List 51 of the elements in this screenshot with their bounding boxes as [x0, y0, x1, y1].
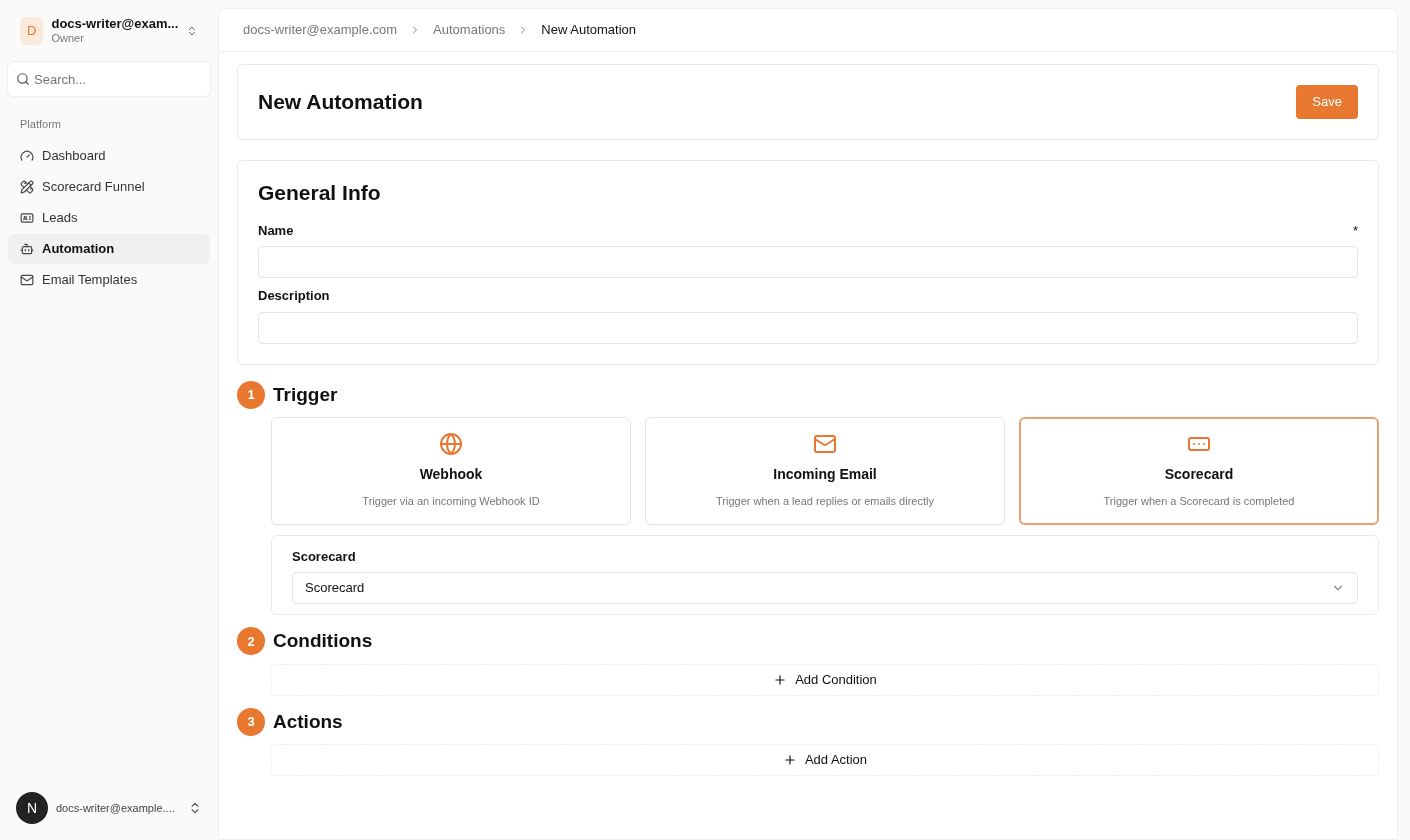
- nav-item[interactable]: Email Templates: [8, 264, 210, 295]
- step-number: 1: [237, 380, 265, 409]
- trigger-option-card[interactable]: Incoming Email Trigger when a lead replies or emails directly: [645, 417, 1005, 525]
- section-title: Trigger: [273, 382, 338, 407]
- search-icon: [16, 72, 30, 86]
- option-description: Trigger when a lead replies or emails directly: [716, 494, 934, 510]
- breadcrumb-item[interactable]: Automations: [433, 20, 506, 40]
- option-title: Incoming Email: [773, 465, 877, 485]
- mail-icon: [20, 272, 34, 287]
- section-label: Platform: [19, 117, 62, 132]
- option-title: Scorecard: [1164, 465, 1234, 485]
- gauge-icon: [20, 148, 34, 163]
- nav-item[interactable]: Scorecard Funnel: [8, 171, 210, 202]
- field-label: Name: [258, 221, 294, 240]
- step-number: 3: [237, 707, 265, 736]
- add-button[interactable]: Add Condition: [271, 663, 1379, 696]
- breadcrumb-item[interactable]: docs-writer@example.com: [243, 20, 398, 40]
- account-role: Owner: [51, 32, 85, 46]
- required-mark: *: [1352, 221, 1358, 240]
- id-card-icon: [20, 210, 34, 225]
- option-description: Trigger via an incoming Webhook ID: [362, 494, 540, 510]
- add-button[interactable]: Add Action: [271, 744, 1379, 776]
- option-description: Trigger when a Scorecard is completed: [1103, 494, 1295, 510]
- text-field[interactable]: [258, 311, 1358, 344]
- user-name: docs-writer@example....: [56, 800, 176, 816]
- scorecard-select[interactable]: Scorecard: [292, 572, 1358, 604]
- trigger-option-card[interactable]: Scorecard Trigger when a Scorecard is completed: [1019, 417, 1379, 525]
- chevrons-updown-icon[interactable]: [186, 24, 198, 38]
- option-title: Webhook: [419, 465, 483, 485]
- field-label: Scorecard: [292, 549, 356, 564]
- plus-icon: [773, 672, 788, 687]
- nav-item[interactable]: Automation: [8, 233, 210, 264]
- step-number: 2: [237, 627, 265, 656]
- trigger-option-card[interactable]: Webhook Trigger via an incoming Webhook ID: [271, 417, 631, 525]
- card-title: General Info: [258, 180, 382, 206]
- robot-icon: [20, 241, 34, 256]
- globe-icon: [439, 432, 463, 457]
- nav-item[interactable]: Dashboard: [8, 140, 210, 171]
- search-field[interactable]: Search...: [8, 62, 210, 96]
- section-title: Actions: [273, 709, 343, 734]
- text-field[interactable]: [258, 246, 1358, 278]
- account-name: docs-writer@exam...: [51, 16, 179, 33]
- user-avatar: N: [16, 792, 48, 824]
- section-title: Conditions: [273, 629, 373, 653]
- field-label: Description: [258, 287, 330, 305]
- breadcrumb-item: New Automation: [541, 21, 636, 40]
- nav-item[interactable]: Leads: [8, 202, 210, 233]
- plus-icon: [782, 753, 797, 767]
- account-avatar: D: [20, 17, 44, 45]
- page-title: New Automation: [258, 89, 423, 116]
- pencil-ruler-icon: [20, 179, 34, 194]
